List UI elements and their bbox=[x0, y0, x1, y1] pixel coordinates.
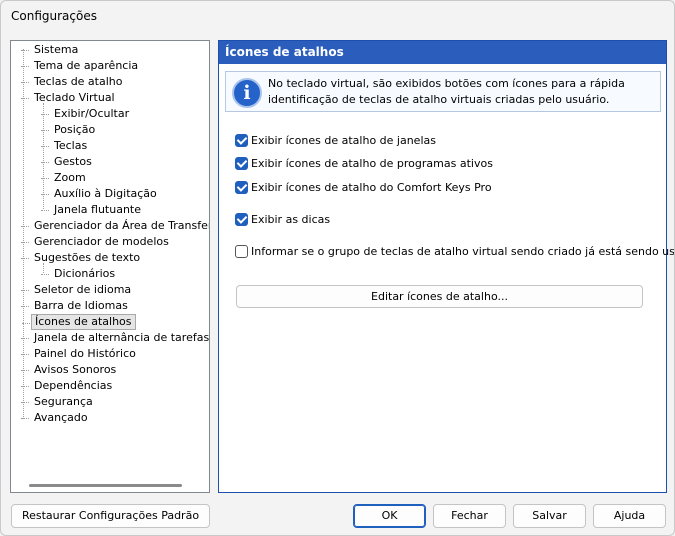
info-box: i No teclado virtual, são exibidos botõe… bbox=[225, 71, 661, 112]
tree-horizontal-scrollbar[interactable] bbox=[29, 484, 182, 487]
tree-item[interactable]: Ícones de atalhos bbox=[22, 314, 136, 330]
tree-item[interactable]: Janela flutuante bbox=[41, 202, 144, 218]
settings-window: Configurações Sistema Tema de aparência Te… bbox=[0, 0, 675, 536]
tree-item[interactable]: Avançado bbox=[21, 410, 91, 426]
tree-line-root bbox=[23, 49, 24, 419]
tree-item[interactable]: Janela de alternância de tarefas bbox=[20, 330, 209, 346]
tree-item[interactable]: Sistema bbox=[20, 42, 81, 58]
tree-item[interactable]: Gestos bbox=[41, 154, 95, 170]
show-tips-label: Exibir as dicas bbox=[251, 213, 331, 226]
tree-item[interactable]: Sugestões de texto bbox=[20, 250, 143, 266]
panel-title: Ícones de atalhos bbox=[219, 41, 666, 64]
edit-icons-button[interactable]: Editar ícones de atalho... bbox=[236, 285, 643, 308]
help-button[interactable]: Ajuda bbox=[593, 504, 666, 528]
tree-item[interactable]: Posição bbox=[40, 122, 98, 138]
close-button[interactable]: Fechar bbox=[433, 504, 506, 528]
warn-group-in-use-check[interactable] bbox=[235, 244, 248, 258]
comfort-keys-icons-check[interactable] bbox=[235, 180, 248, 194]
title-bar[interactable]: Configurações bbox=[1, 1, 674, 33]
tree-item[interactable]: Seletor de idioma bbox=[20, 282, 134, 298]
window-icons-checkbox[interactable]: Exibir ícones de atalho de janelas bbox=[235, 133, 436, 150]
active-program-icons-check[interactable] bbox=[235, 156, 248, 170]
info-text: No teclado virtual, são exibidos botões … bbox=[268, 77, 625, 106]
tree-item[interactable]: Zoom bbox=[41, 170, 89, 186]
window-icons-check[interactable] bbox=[235, 133, 248, 147]
window-title: Configurações bbox=[11, 9, 97, 23]
window-icons-label: Exibir ícones de atalho de janelas bbox=[251, 134, 436, 147]
comfort-keys-icons-label: Exibir ícones de atalho do Comfort Keys … bbox=[251, 181, 492, 194]
comfort-keys-icons-checkbox[interactable]: Exibir ícones de atalho do Comfort Keys … bbox=[235, 180, 492, 197]
show-tips-check[interactable] bbox=[235, 212, 248, 226]
ok-button[interactable]: OK bbox=[353, 504, 426, 528]
info-icon: i bbox=[232, 78, 262, 108]
warn-group-in-use-checkbox[interactable]: Informar se o grupo de teclas de atalho … bbox=[235, 244, 675, 261]
tree-item[interactable]: Gerenciador da Área de Transferênc bbox=[21, 218, 209, 234]
tree-item[interactable]: Auxílio à Digitação bbox=[41, 186, 160, 202]
tree-item[interactable]: Painel do Histórico bbox=[21, 346, 139, 362]
tree-item[interactable]: Segurança bbox=[21, 394, 96, 410]
tree-item[interactable]: Avisos Sonoros bbox=[20, 362, 119, 378]
show-tips-checkbox[interactable]: Exibir as dicas bbox=[235, 212, 331, 229]
tree-item[interactable]: Dicionários bbox=[40, 266, 118, 282]
active-program-icons-label: Exibir ícones de atalho de programas ati… bbox=[251, 157, 493, 170]
warn-group-in-use-label: Informar se o grupo de teclas de atalho … bbox=[251, 245, 675, 258]
active-program-icons-checkbox[interactable]: Exibir ícones de atalho de programas ati… bbox=[235, 156, 493, 173]
tree-item[interactable]: Teclas bbox=[40, 138, 90, 154]
content-panel: Ícones de atalhos i No teclado virtual, … bbox=[218, 40, 674, 493]
tree-item[interactable]: Exibir/Ocultar bbox=[40, 106, 132, 122]
tree-item[interactable]: Barra de Idiomas bbox=[21, 298, 131, 314]
tree-item[interactable]: Teclado Virtual bbox=[21, 90, 118, 106]
tree-item[interactable]: Gerenciador de modelos bbox=[21, 234, 172, 250]
tree-item[interactable]: Tema de aparência bbox=[20, 58, 141, 74]
tree-item[interactable]: Dependências bbox=[20, 378, 115, 394]
save-button[interactable]: Salvar bbox=[513, 504, 586, 528]
settings-tree[interactable]: Sistema Tema de aparência Teclas de atalho… bbox=[10, 40, 210, 493]
tree-item[interactable]: Teclas de atalho bbox=[21, 74, 126, 90]
restore-defaults-button[interactable]: Restaurar Configurações Padrão bbox=[11, 504, 210, 528]
